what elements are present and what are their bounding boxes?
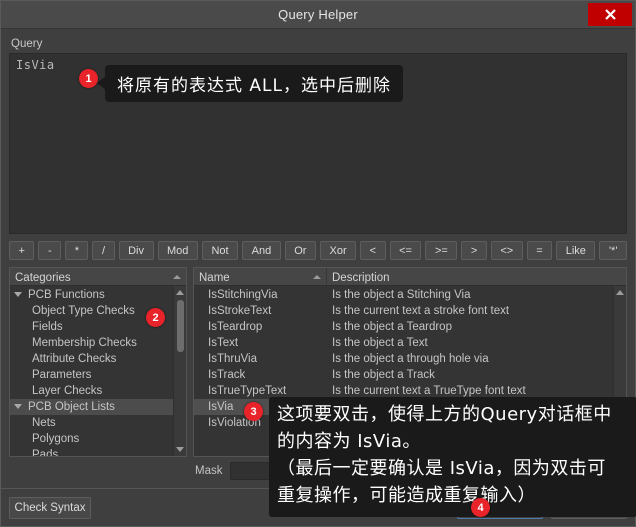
operator-button-[interactable]: + [9, 241, 35, 260]
row-description: Is the object a Stitching Via [332, 289, 471, 301]
categories-scrollbar[interactable] [173, 286, 186, 456]
close-icon [604, 9, 616, 20]
name-column-label: Name [199, 271, 230, 284]
operator-button-Div[interactable]: Div [118, 241, 154, 260]
operator-button-[interactable]: - [38, 241, 62, 260]
categories-column-label: Categories [15, 271, 71, 284]
row-name: IsTrueTypeText [208, 385, 287, 397]
row-description: Is the object a Teardrop [332, 321, 452, 333]
operator-button-Like[interactable]: Like [556, 241, 596, 260]
operator-button-Not[interactable]: Not [201, 241, 239, 260]
table-row[interactable]: IsTeardrop Is the object a Teardrop [194, 319, 613, 335]
query-helper-dialog: Query Helper Query IsVia + - * / Div Mod Not An… [0, 0, 636, 527]
category-item[interactable]: Polygons [10, 431, 173, 447]
operator-button-Mod[interactable]: Mod [157, 241, 198, 260]
row-name: IsTrack [208, 369, 246, 381]
operator-button-Xor[interactable]: Xor [319, 241, 357, 260]
row-name: IsText [208, 337, 239, 349]
operator-button-[interactable]: < [360, 241, 386, 260]
annotation-badge-4: 4 [471, 498, 490, 517]
scroll-down-icon[interactable] [176, 447, 184, 452]
categories-column-header[interactable]: Categories [10, 268, 186, 285]
category-item[interactable]: Layer Checks [10, 383, 173, 399]
category-item-label: Parameters [32, 369, 92, 381]
category-item[interactable]: Pads [10, 447, 173, 456]
operator-button-[interactable]: >= [425, 241, 458, 260]
categories-header: Categories [10, 268, 186, 286]
row-description: Is the object a through hole via [332, 353, 489, 365]
table-row[interactable]: IsStitchingVia Is the object a Stitching … [194, 287, 613, 303]
row-description: Is the current text a TrueType font text [332, 385, 526, 397]
scroll-up-icon[interactable] [616, 290, 624, 295]
category-item-label: Layer Checks [32, 385, 103, 397]
mask-label: Mask [195, 465, 223, 477]
categories-pane: Categories PCB Functions Object Type Chec… [9, 267, 187, 457]
operator-button-[interactable]: '*' [599, 241, 627, 260]
operator-button-[interactable]: > [461, 241, 487, 260]
category-item-label: Fields [32, 321, 63, 333]
annotation-badge-3: 3 [244, 402, 263, 421]
table-row[interactable]: IsText Is the object a Text [194, 335, 613, 351]
category-item-label: Pads [32, 449, 59, 456]
close-button[interactable] [588, 3, 632, 26]
table-row[interactable]: IsTrack Is the object a Track [194, 367, 613, 383]
sort-ascending-icon [173, 275, 181, 279]
window-title: Query Helper [278, 7, 358, 22]
category-item-label: Membership Checks [32, 337, 137, 349]
category-item[interactable]: Parameters [10, 367, 173, 383]
category-item-label: Polygons [32, 433, 80, 445]
callout2-line2: 的内容为 IsVia。 [277, 431, 421, 452]
row-name: IsTeardrop [208, 321, 263, 333]
description-column-label: Description [332, 271, 390, 284]
callout2-line4: 重复操作，可能造成重复输入） [277, 485, 536, 506]
row-description: Is the object a Track [332, 369, 435, 381]
description-column-header[interactable]: Description [327, 268, 626, 285]
annotation-callout-2: 这项要双击，使得上方的Query对话框中 的内容为 IsVia。 （最后一定要确… [269, 397, 636, 517]
name-column-header[interactable]: Name [194, 268, 327, 285]
category-item-label: PCB Functions [28, 289, 105, 301]
category-item-label: Attribute Checks [32, 353, 117, 365]
operator-button-row: + - * / Div Mod Not And Or Xor < <= >= > <> = Like '*' [9, 241, 627, 260]
scrollbar-thumb[interactable] [177, 300, 184, 352]
chevron-down-icon[interactable] [14, 403, 22, 413]
query-label: Query [11, 38, 43, 50]
category-item-label: Object Type Checks [32, 305, 135, 317]
operator-button-Or[interactable]: Or [284, 241, 316, 260]
table-row[interactable]: IsStrokeText Is the current text a stroke… [194, 303, 613, 319]
sort-ascending-icon [313, 275, 321, 279]
category-item[interactable]: Attribute Checks [10, 351, 173, 367]
category-item[interactable]: Membership Checks [10, 335, 173, 351]
row-name: IsStitchingVia [208, 289, 278, 301]
row-name: IsThruVia [208, 353, 258, 365]
check-syntax-button[interactable]: Check Syntax [9, 496, 91, 519]
annotation-badge-1: 1 [79, 69, 98, 88]
operator-button-[interactable]: = [526, 241, 553, 260]
category-item[interactable]: Nets [10, 415, 173, 431]
operator-button-[interactable]: <= [389, 241, 422, 260]
operator-button-And[interactable]: And [242, 241, 281, 260]
names-header: Name Description [194, 268, 626, 286]
title-bar: Query Helper [1, 1, 635, 29]
annotation-callout-1: 将原有的表达式 ALL，选中后删除 [97, 65, 403, 102]
row-description: Is the object a Text [332, 337, 428, 349]
callout2-line1: 这项要双击，使得上方的Query对话框中 [277, 404, 612, 425]
chevron-down-icon[interactable] [14, 291, 22, 301]
category-item-label: Nets [32, 417, 56, 429]
category-item[interactable]: PCB Object Lists [10, 399, 173, 415]
table-row[interactable]: IsThruVia Is the object a through hole vi… [194, 351, 613, 367]
scroll-up-icon[interactable] [176, 290, 184, 295]
annotation-badge-2: 2 [146, 308, 165, 327]
row-description: Is the current text a stroke font text [332, 305, 510, 317]
operator-button-[interactable]: <> [490, 241, 523, 260]
operator-button-[interactable]: / [92, 241, 115, 260]
operator-button-[interactable]: * [65, 241, 89, 260]
category-item[interactable]: PCB Functions [10, 287, 173, 303]
callout2-line3: （最后一定要确认是 IsVia，因为双击可 [277, 458, 606, 479]
category-item-label: PCB Object Lists [28, 401, 115, 413]
row-name: IsStrokeText [208, 305, 272, 317]
